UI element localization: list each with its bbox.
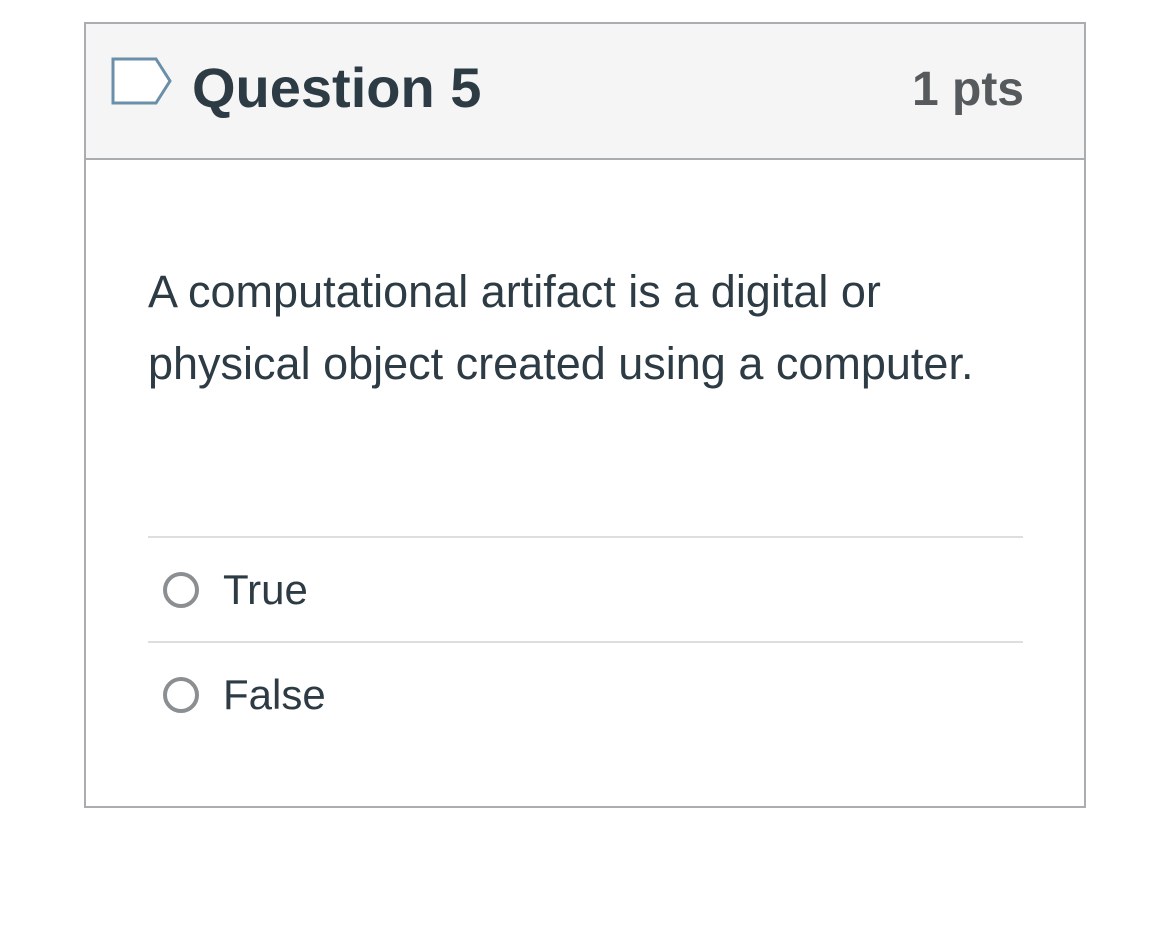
answer-option-false[interactable]: False	[148, 641, 1023, 746]
question-header: Question 5 1 pts	[86, 24, 1084, 160]
radio-button-true[interactable]	[163, 572, 199, 608]
question-title: Question 5	[192, 56, 482, 119]
question-card: Question 5 1 pts A computational artifac…	[84, 22, 1086, 808]
radio-button-false[interactable]	[163, 677, 199, 713]
answer-label-false[interactable]: False	[223, 669, 326, 721]
flag-question-icon[interactable]	[110, 56, 174, 106]
answer-list: True False	[148, 536, 1023, 746]
question-text: A computational artifact is a digital or…	[148, 266, 974, 389]
answer-option-true[interactable]: True	[148, 536, 1023, 641]
answer-label-true[interactable]: True	[223, 564, 308, 616]
question-points: 1 pts	[911, 63, 1024, 116]
